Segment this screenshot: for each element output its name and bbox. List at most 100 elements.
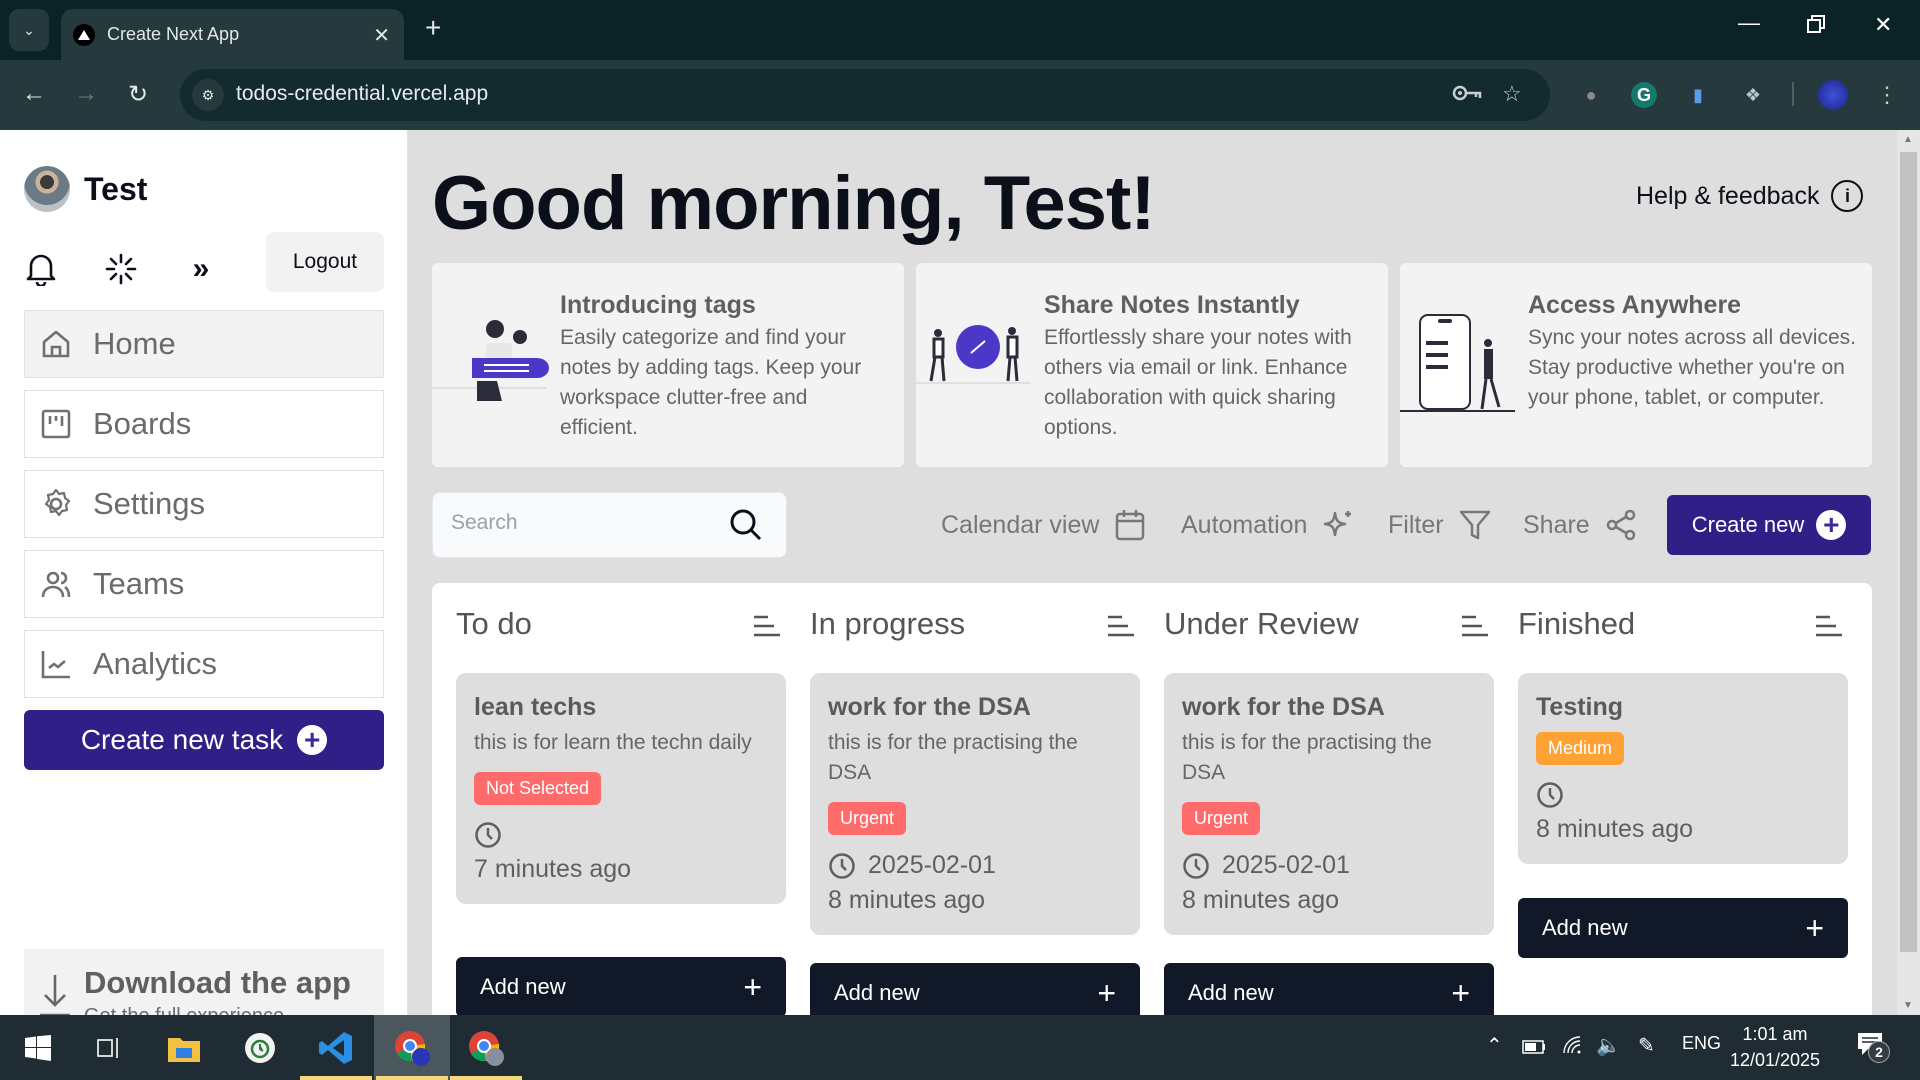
bell-icon[interactable]: [24, 252, 58, 286]
clock-app-icon[interactable]: [222, 1015, 298, 1080]
restore-icon[interactable]: [1806, 14, 1826, 40]
forward-icon[interactable]: →: [74, 80, 98, 108]
extensions-puzzle-icon[interactable]: ❖: [1740, 82, 1766, 108]
column-title: To do: [456, 606, 532, 641]
search-icon[interactable]: [728, 507, 764, 543]
kebab-menu-icon[interactable]: ⋮: [1874, 82, 1900, 108]
file-explorer-icon[interactable]: [146, 1015, 222, 1080]
sidebar-item-boards[interactable]: Boards: [24, 390, 384, 458]
tab-search-button[interactable]: ⌄: [9, 9, 49, 51]
search-input[interactable]: [451, 511, 711, 535]
sidebar-item-teams[interactable]: Teams: [24, 550, 384, 618]
volume-icon[interactable]: 🔈: [1596, 1033, 1621, 1058]
task-title: lean techs: [474, 693, 597, 721]
wifi-icon[interactable]: [1562, 1035, 1584, 1061]
column-title: Finished: [1518, 606, 1636, 641]
page-scrollbar[interactable]: ▲ ▼: [1897, 130, 1920, 1015]
notification-count-badge: 2: [1868, 1041, 1890, 1063]
priority-badge: Urgent: [1182, 802, 1261, 835]
task-card[interactable]: lean techs this is for learn the techn d…: [456, 673, 786, 904]
username: Test: [84, 170, 148, 207]
url-text[interactable]: todos-credential.vercel.app: [236, 82, 488, 106]
close-tab-icon[interactable]: ✕: [373, 23, 390, 48]
reload-icon[interactable]: ↻: [128, 80, 148, 109]
promo-body: Easily categorize and find your notes by…: [560, 326, 862, 439]
task-title: Testing: [1536, 693, 1624, 721]
clock-icon: [475, 822, 501, 848]
share-button[interactable]: Share: [1523, 508, 1638, 542]
tray-overflow-icon[interactable]: ⌃: [1486, 1033, 1503, 1058]
windows-start-icon[interactable]: [0, 1015, 76, 1080]
new-tab-button[interactable]: +: [425, 14, 441, 42]
task-card[interactable]: work for the DSA this is for the practis…: [1164, 673, 1494, 935]
scroll-up-icon[interactable]: ▲: [1903, 134, 1913, 145]
sidebar-item-label: Settings: [93, 486, 206, 521]
clock-date: 12/01/2025: [1729, 1050, 1821, 1070]
calendar-view-label: Calendar view: [941, 510, 1100, 539]
create-new-task-button[interactable]: Create new task +: [24, 710, 384, 770]
promo-card-share: Share Notes Instantly Effortlessly share…: [916, 263, 1388, 467]
info-icon: i: [1831, 180, 1864, 212]
logout-button[interactable]: Logout: [266, 232, 384, 292]
scroll-down-icon[interactable]: ▼: [1903, 1000, 1913, 1011]
sidebar-item-settings[interactable]: Settings: [24, 470, 384, 538]
task-view-icon[interactable]: [70, 1015, 146, 1080]
column-title: Under Review: [1164, 606, 1359, 641]
scrollbar-thumb[interactable]: [1900, 152, 1917, 952]
calendar-view-button[interactable]: Calendar view: [941, 508, 1147, 542]
column-menu-icon[interactable]: [1106, 614, 1136, 638]
pen-icon[interactable]: ✎: [1638, 1033, 1655, 1058]
sidebar-item-analytics[interactable]: Analytics: [24, 630, 384, 698]
task-card[interactable]: work for the DSA this is for the practis…: [810, 673, 1140, 935]
promo-body: Effortlessly share your notes with other…: [1044, 326, 1352, 439]
task-deadline: [1536, 781, 1830, 809]
automation-button[interactable]: Automation: [1181, 508, 1355, 542]
create-new-button[interactable]: Create new +: [1667, 495, 1871, 555]
column-menu-icon[interactable]: [752, 614, 782, 638]
chrome-profile1-icon[interactable]: [374, 1015, 450, 1080]
add-new-label: Add new: [834, 980, 920, 1005]
user-profile[interactable]: Test: [24, 166, 147, 212]
column-header: Finished: [1518, 606, 1848, 642]
extension-docs-icon[interactable]: ▮: [1685, 82, 1711, 108]
grammarly-icon[interactable]: G: [1631, 82, 1657, 108]
promo-title: Share Notes Instantly: [1044, 291, 1300, 319]
minimize-icon[interactable]: —: [1738, 10, 1760, 36]
battery-icon[interactable]: [1522, 1037, 1546, 1060]
clock-time: 1:01 am: [1742, 1024, 1808, 1044]
column-menu-icon[interactable]: [1460, 614, 1490, 638]
add-new-button[interactable]: Add new +: [456, 957, 786, 1017]
add-new-button[interactable]: Add new +: [1164, 963, 1494, 1023]
extension-bug-icon[interactable]: ●: [1578, 82, 1604, 108]
filter-button[interactable]: Filter: [1388, 508, 1492, 542]
sidebar-item-home[interactable]: Home: [24, 310, 384, 378]
address-bar[interactable]: ⚙ todos-credential.vercel.app ☆: [180, 69, 1550, 121]
users-icon: [39, 567, 73, 601]
key-icon[interactable]: [1452, 81, 1482, 111]
system-clock[interactable]: 1:01 am 12/01/2025: [1720, 1021, 1830, 1073]
create-new-label: Create new: [1691, 512, 1805, 537]
promo-card-tags: Introducing tags Easily categorize and f…: [432, 263, 904, 467]
deadline-text: 2025-02-01: [1222, 851, 1350, 879]
profile-avatar-icon[interactable]: [1818, 80, 1848, 110]
help-feedback-button[interactable]: Help & feedback i: [1636, 180, 1864, 212]
task-card[interactable]: Testing Medium 8 minutes ago: [1518, 673, 1848, 864]
clock-icon: [829, 852, 855, 879]
home-icon: [39, 327, 73, 361]
notification-center-icon[interactable]: 2: [1856, 1029, 1890, 1063]
column-menu-icon[interactable]: [1814, 614, 1844, 638]
site-info-icon[interactable]: ⚙: [192, 79, 224, 111]
chevrons-right-icon[interactable]: »: [184, 252, 218, 286]
browser-tab[interactable]: Create Next App ✕: [61, 9, 404, 60]
vscode-icon[interactable]: [298, 1015, 374, 1080]
back-icon[interactable]: ←: [22, 80, 46, 108]
loader-icon[interactable]: [104, 252, 138, 286]
star-bookmark-icon[interactable]: ☆: [1502, 81, 1522, 107]
chrome-profile2-icon[interactable]: [448, 1015, 524, 1080]
close-window-icon[interactable]: ✕: [1874, 12, 1892, 38]
share-illustration-icon: [916, 325, 1031, 384]
access-illustration-icon: [1400, 314, 1515, 412]
add-new-button[interactable]: Add new +: [1518, 898, 1848, 958]
add-new-button[interactable]: Add new +: [810, 963, 1140, 1023]
language-indicator[interactable]: ENG: [1682, 1033, 1721, 1054]
